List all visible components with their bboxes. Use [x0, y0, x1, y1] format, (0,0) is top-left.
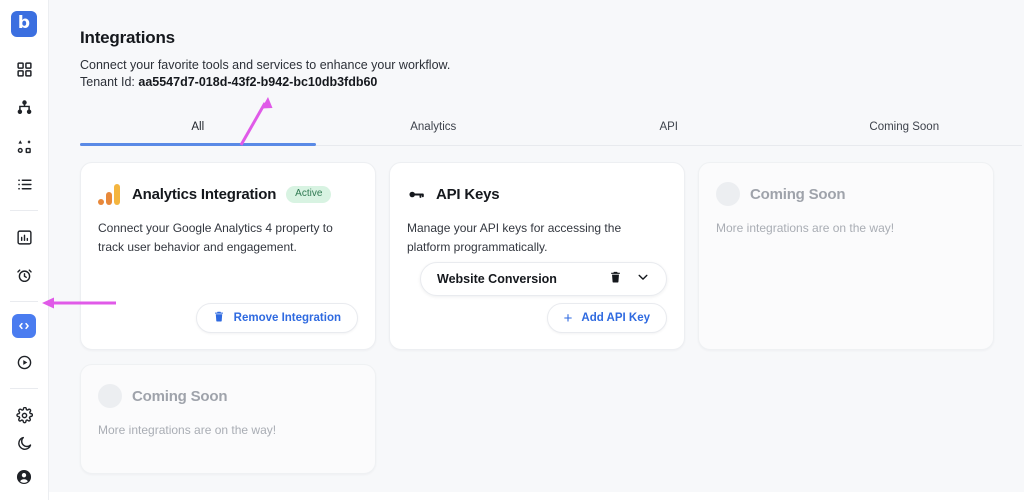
tab-bar: All Analytics API Coming Soon	[80, 112, 1022, 146]
trash-icon	[609, 270, 622, 289]
sidebar-item-settings[interactable]	[10, 401, 38, 429]
card-header: Coming Soon	[98, 383, 358, 409]
page-bottom-edge	[49, 492, 1024, 500]
card-description: Connect your Google Analytics 4 property…	[98, 221, 333, 254]
card-title: Analytics Integration	[132, 185, 277, 203]
sidebar-item-account[interactable]	[10, 463, 38, 491]
card-description: Manage your API keys for accessing the p…	[407, 221, 622, 254]
status-badge: Active	[286, 185, 332, 203]
integrations-grid: Analytics Integration Active Connect you…	[80, 162, 1024, 474]
api-key-row[interactable]: Website Conversion	[420, 262, 667, 296]
sidebar-item-segments[interactable]	[10, 132, 38, 160]
card-description: More integrations are on the way!	[98, 423, 277, 437]
google-analytics-icon	[98, 183, 122, 205]
card-description: More integrations are on the way!	[716, 221, 895, 235]
sidebar-item-theme-toggle[interactable]	[10, 429, 38, 457]
remove-integration-label: Remove Integration	[233, 312, 341, 324]
play-circle-icon	[16, 354, 33, 371]
card-title: Coming Soon	[132, 387, 228, 405]
grid-icon	[16, 61, 33, 78]
sidebar-item-reports[interactable]	[10, 224, 38, 252]
card-analytics-integration: Analytics Integration Active Connect you…	[80, 162, 376, 350]
list-icon	[16, 176, 33, 193]
alarm-clock-icon	[16, 267, 33, 284]
sitemap-icon	[16, 99, 33, 116]
card-header: Analytics Integration Active	[98, 181, 358, 207]
sidebar-item-dashboard[interactable]	[10, 56, 38, 84]
card-header: Coming Soon	[716, 181, 976, 207]
tenant-id-value: aa5547d7-018d-43f2-b942-bc10db3fdb60	[138, 75, 378, 89]
main-content: Integrations Connect your favorite tools…	[49, 0, 1024, 500]
remove-integration-button[interactable]: Remove Integration	[195, 303, 358, 333]
bar-chart-icon	[16, 229, 33, 246]
delete-api-key-button[interactable]	[609, 270, 622, 289]
tab-all[interactable]: All	[80, 112, 316, 146]
page-title: Integrations	[80, 28, 175, 47]
card-title: API Keys	[436, 185, 500, 203]
card-api-keys: API Keys Manage your API keys for access…	[389, 162, 685, 350]
code-brackets-icon	[17, 319, 31, 333]
tab-coming-soon[interactable]: Coming Soon	[787, 112, 1023, 145]
add-api-key-button[interactable]: + Add API Key	[546, 303, 667, 333]
tenant-id-label: Tenant Id:	[80, 75, 139, 89]
moon-icon	[16, 435, 33, 452]
user-circle-icon	[15, 468, 33, 486]
tab-api[interactable]: API	[551, 112, 787, 145]
sidebar-item-hierarchy[interactable]	[10, 94, 38, 122]
sidebar-divider-1	[10, 209, 38, 211]
expand-api-key-button[interactable]	[636, 270, 650, 289]
key-icon	[407, 185, 426, 204]
plus-icon: +	[563, 309, 573, 327]
card-title: Coming Soon	[750, 185, 846, 203]
segments-icon	[16, 138, 33, 155]
trash-icon	[213, 310, 225, 326]
sidebar: b	[0, 0, 49, 500]
app-logo[interactable]: b	[11, 11, 37, 37]
sidebar-divider-2	[10, 301, 38, 303]
sidebar-item-alerts[interactable]	[10, 262, 38, 290]
placeholder-icon	[98, 384, 122, 408]
tab-analytics[interactable]: Analytics	[316, 112, 552, 145]
app-root: b Integrations Connect your favorite too…	[0, 0, 1024, 500]
add-api-key-label: Add API Key	[581, 312, 650, 324]
api-key-name: Website Conversion	[437, 272, 557, 286]
page-subtitle: Connect your favorite tools and services…	[80, 58, 451, 72]
card-coming-soon-1: Coming Soon More integrations are on the…	[698, 162, 994, 350]
sidebar-item-playback[interactable]	[10, 348, 38, 376]
sidebar-item-integrations[interactable]	[12, 314, 36, 338]
card-coming-soon-2: Coming Soon More integrations are on the…	[80, 364, 376, 474]
gear-icon	[15, 406, 33, 424]
card-header: API Keys	[407, 181, 667, 207]
sidebar-item-list[interactable]	[10, 171, 38, 199]
tenant-id-line: Tenant Id: aa5547d7-018d-43f2-b942-bc10d…	[80, 75, 377, 89]
placeholder-icon	[716, 182, 740, 206]
sidebar-divider-3	[10, 387, 38, 389]
chevron-down-icon	[636, 270, 650, 289]
